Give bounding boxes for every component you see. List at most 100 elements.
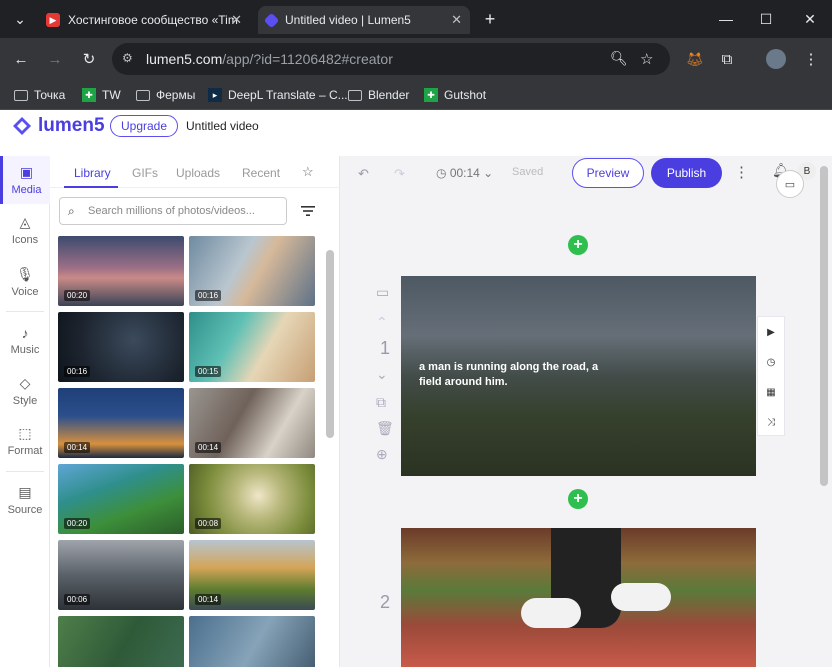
bookmark-item[interactable]: ✚ Gutshot [424,86,486,104]
scene-1-preview[interactable]: a man is running along the road, a field… [401,276,756,476]
url-host: lumen5.com [146,51,223,67]
media-thumbnail[interactable]: 00:16 [58,312,184,382]
menu-icon[interactable]: ⋮ [800,48,822,70]
tab-recent[interactable]: Recent [242,166,280,180]
app-header: lumen5 Upgrade Untitled video [0,110,832,156]
trash-icon[interactable]: 🗑︎ [376,420,394,437]
profile-avatar[interactable] [766,49,786,69]
chevron-up-icon[interactable]: ⌃ [376,314,388,331]
media-thumbnail[interactable] [189,616,315,667]
editor-canvas: ↶ ↷ ◷ 00:14 ⌄ Saved Preview Publish ⋮ 🔔︎… [340,156,832,667]
media-thumbnail[interactable]: 00:14 [189,540,315,610]
nav-music[interactable]: ♪ Music [0,316,50,364]
close-window-icon[interactable]: ✕ [790,0,830,38]
nav-style[interactable]: ◇ Style [0,367,50,415]
microphone-icon: 🎙︎ [16,266,34,282]
media-thumbnail[interactable]: 00:20 [58,464,184,534]
maximize-icon[interactable]: ☐ [746,0,786,38]
editor-scrollbar-thumb[interactable] [820,166,828,486]
bookmark-label: Фермы [156,88,196,102]
site-info-icon[interactable]: ⚙ [122,51,138,67]
play-icon[interactable]: ▶ [758,317,784,347]
publish-button[interactable]: Publish [651,158,722,188]
captions-icon[interactable]: ▭ [776,170,804,198]
close-icon[interactable]: ✕ [451,12,462,28]
tab-title: Untitled video | Lumen5 [285,13,411,27]
nav-voice[interactable]: 🎙︎ Voice [0,258,50,306]
zoom-icon[interactable]: 🔍︎ [610,50,628,67]
tab-search-icon[interactable]: ⌄ [0,0,40,38]
media-thumbnail[interactable]: 00:15 [189,312,315,382]
extensions-icon[interactable]: ⧉ [716,48,738,70]
add-comment-icon[interactable]: ▭ [376,284,389,301]
bookmark-label: DeepL Translate – C... [228,88,348,102]
duration-dropdown[interactable]: ◷ 00:14 ⌄ [436,166,493,180]
bookmark-item[interactable]: Blender [348,86,409,104]
new-tab-button[interactable]: + [470,0,510,38]
nav-icons[interactable]: ◬ Icons [0,206,50,254]
address-bar: ← → ↻ ⚙ lumen5.com/app/?id=11206482#crea… [0,38,832,80]
browser-tab-2[interactable]: Untitled video | Lumen5 ✕ [258,6,470,34]
url-field[interactable]: ⚙ lumen5.com/app/?id=11206482#creator 🔍︎… [112,43,670,75]
close-icon[interactable]: ✕ [231,12,242,28]
preview-button[interactable]: Preview [572,158,644,188]
add-scene-button[interactable]: + [568,489,588,509]
timer-icon[interactable]: ◷ [758,347,784,377]
bookmark-item[interactable]: Фермы [136,86,195,104]
chevron-down-icon[interactable]: ⌄ [376,366,388,383]
add-circle-icon[interactable]: ⊕ [376,446,388,463]
media-thumbnail[interactable]: 00:06 [58,540,184,610]
upgrade-button[interactable]: Upgrade [110,115,179,137]
layout-icon[interactable]: ▦ [758,377,784,407]
scene-2-preview[interactable] [401,528,756,667]
nav-source[interactable]: ▤ Source [0,476,50,524]
nav-format[interactable]: ⬚ Format [0,417,50,465]
scene-caption-text[interactable]: a man is running along the road, a field… [419,360,599,390]
add-scene-button[interactable]: + [568,235,588,255]
filter-icon[interactable] [300,204,316,218]
forward-icon[interactable]: → [44,48,66,70]
media-thumbnail[interactable]: 00:08 [189,464,315,534]
duration-badge: 00:16 [64,366,91,377]
metamask-icon[interactable]: 🦊︎ [684,48,706,70]
undo-icon[interactable]: ↶ [358,166,369,182]
lumen5-logo[interactable]: lumen5 [12,115,105,137]
reload-icon[interactable]: ↻ [78,48,100,70]
media-thumbnail[interactable]: 00:20 [58,236,184,306]
bookmark-item[interactable]: Точка [14,86,65,104]
nav-label: Format [7,445,43,457]
media-thumbnail[interactable]: 00:14 [58,388,184,458]
lumen5-app: lumen5 Upgrade Untitled video ▣ Media ◬ Ic… [0,110,832,667]
media-search-input[interactable]: ⌕ Search millions of photos/videos... [59,197,287,225]
browser-tab-1[interactable]: ▶ Хостинговое сообщество «Tim ✕ [38,6,250,34]
duplicate-icon[interactable]: ⧉ [376,394,386,411]
tab-gifs[interactable]: GIFs [132,166,158,180]
media-thumbnail[interactable] [58,616,184,667]
video-title[interactable]: Untitled video [186,119,259,133]
sneaker-right [611,583,671,611]
library-tabs: Library GIFs Uploads Recent ☆ [50,156,340,188]
nav-label: Music [10,343,40,356]
media-thumbnail[interactable]: 00:14 [189,388,315,458]
shuffle-icon[interactable]: ⤨ [758,407,784,437]
redo-icon[interactable]: ↷ [394,166,405,182]
save-status: Saved [512,166,544,178]
bookmark-item[interactable]: ✚ TW [82,86,121,104]
format-icon: ⬚ [18,425,32,441]
more-options-icon[interactable]: ⋮ [734,163,749,181]
nav-divider [6,471,44,472]
browser-chrome: ⌄ ▶ Хостинговое сообщество «Tim ✕ Untitl… [0,0,832,110]
tab-library[interactable]: Library [74,166,111,180]
back-icon[interactable]: ← [10,48,32,70]
library-scrollbar-thumb[interactable] [326,250,334,438]
media-thumbnail[interactable]: 00:16 [189,236,315,306]
nav-media[interactable]: ▣ Media [0,156,50,204]
star-icon[interactable]: ☆ [640,50,653,68]
star-icon[interactable]: ☆ [302,164,314,180]
minimize-icon[interactable]: — [706,0,746,38]
lumen5-logo-icon [13,117,31,135]
tab-uploads[interactable]: Uploads [176,166,220,180]
bookmark-label: Точка [34,88,66,102]
bookmark-item[interactable]: ▸ DeepL Translate – C... [208,86,348,104]
green-plus-icon: ✚ [424,88,438,102]
